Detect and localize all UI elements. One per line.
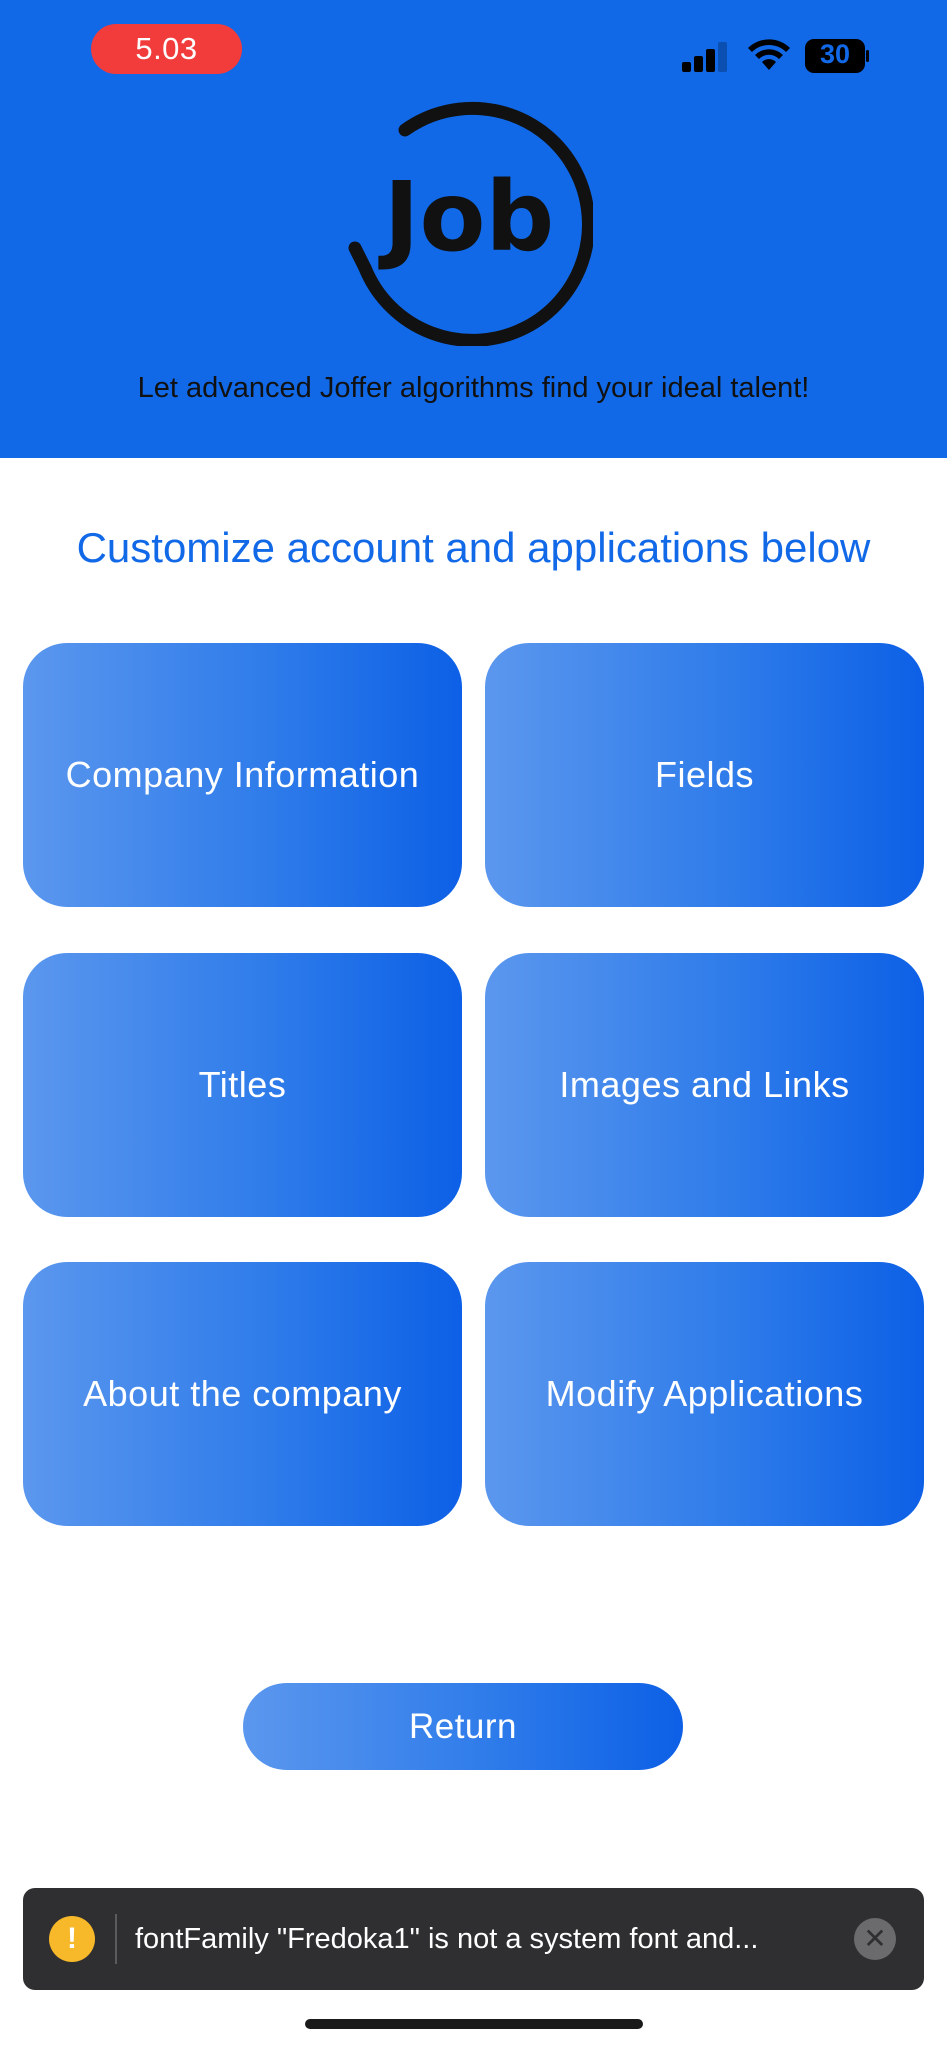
modify-applications-button[interactable]: Modify Applications [485, 1262, 924, 1526]
home-indicator [305, 2019, 643, 2029]
status-time: 5.03 [91, 24, 242, 74]
signal-icon [682, 42, 727, 72]
logo-text: Job [378, 161, 554, 273]
status-icons: 30 [680, 36, 880, 76]
header-banner: 5.03 30 Job Let advanced Joffer algorith… [0, 0, 947, 458]
page-title: Customize account and applications below [76, 524, 871, 571]
titles-button[interactable]: Titles [23, 953, 462, 1217]
tagline: Let advanced Joffer algorithms find your… [137, 372, 810, 404]
battery-level: 30 [819, 39, 851, 69]
about-company-button[interactable]: About the company [23, 1262, 462, 1526]
images-and-links-button[interactable]: Images and Links [485, 953, 924, 1217]
job-logo: Job [348, 101, 593, 346]
toast-message: fontFamily "Fredoka1" is not a system fo… [135, 1923, 759, 1955]
fields-button[interactable]: Fields [485, 643, 924, 907]
company-information-button[interactable]: Company Information [23, 643, 462, 907]
warning-icon: ! [49, 1916, 95, 1962]
toast-divider [115, 1914, 117, 1964]
close-icon[interactable]: ✕ [854, 1918, 896, 1960]
return-button[interactable]: Return [243, 1683, 683, 1770]
warning-toast[interactable]: ! fontFamily "Fredoka1" is not a system … [23, 1888, 924, 1990]
wifi-icon [748, 39, 790, 70]
